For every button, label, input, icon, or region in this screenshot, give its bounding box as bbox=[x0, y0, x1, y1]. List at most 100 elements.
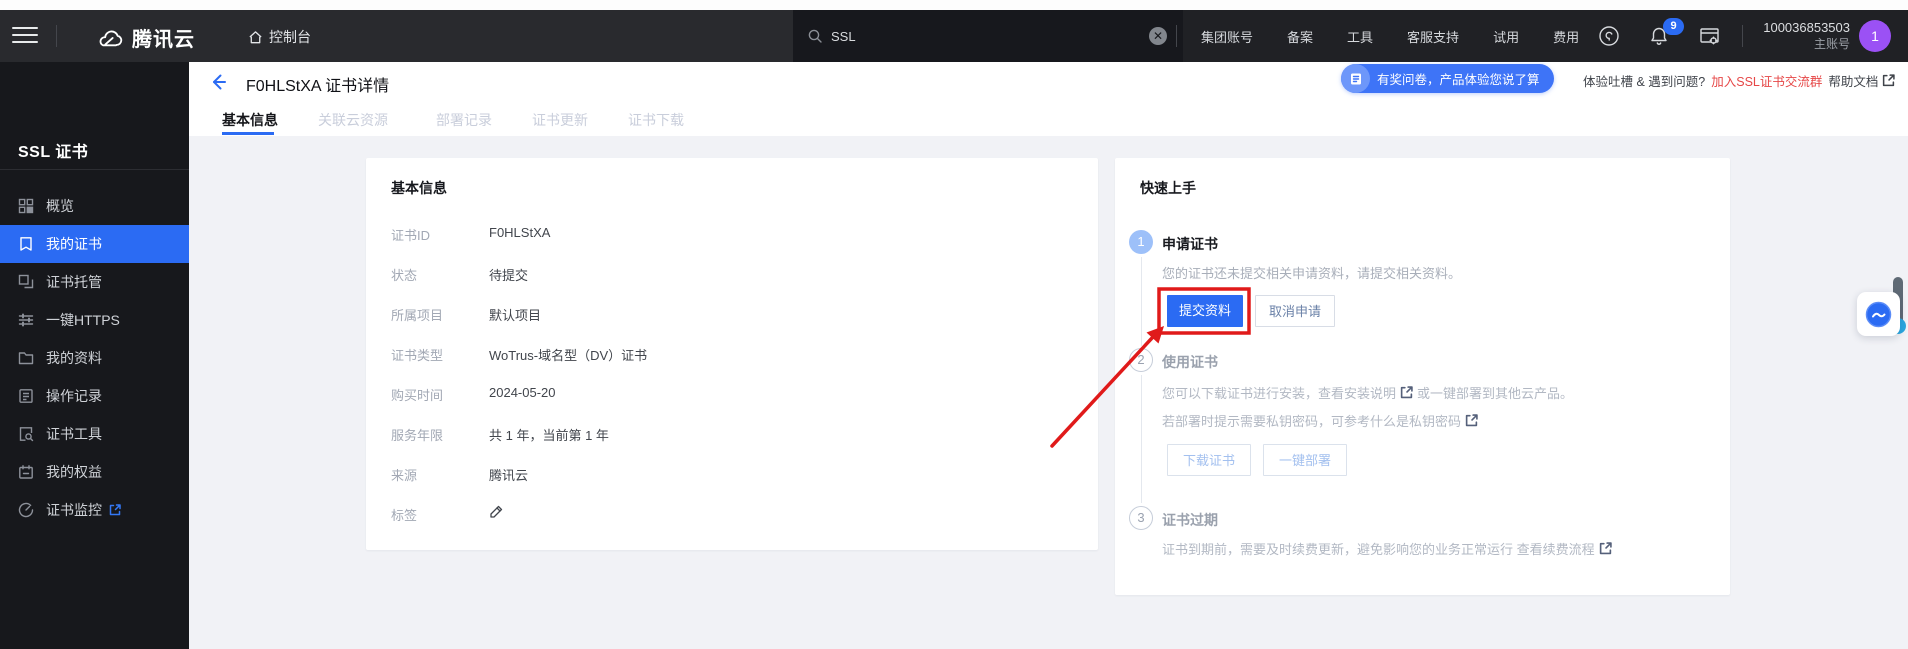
sidebar-item-label: 操作记录 bbox=[46, 386, 102, 406]
tencent-cloud-logo[interactable]: 腾讯云 bbox=[94, 23, 195, 52]
external-link-icon bbox=[109, 504, 121, 516]
avatar[interactable]: 1 bbox=[1859, 20, 1891, 52]
console-nav-link[interactable]: 控制台 bbox=[248, 27, 311, 47]
back-arrow-icon[interactable] bbox=[207, 71, 229, 93]
hosting-icon bbox=[18, 274, 34, 290]
hamburger-menu-icon[interactable] bbox=[12, 27, 38, 45]
sidebar-item-label: 证书工具 bbox=[46, 424, 102, 444]
cloud-logo-icon bbox=[94, 27, 124, 49]
tencent-cloud-ssl-console: 腾讯云 控制台 SSL ✕ 集团账号 备案 工具 bbox=[0, 0, 1908, 649]
feedback-float-button[interactable] bbox=[1857, 292, 1900, 336]
step-1-title: 申请证书 bbox=[1162, 234, 1218, 254]
home-icon bbox=[248, 30, 263, 45]
top-menu: 集团账号 备案 工具 客服支持 试用 费用 bbox=[1184, 10, 1596, 62]
feedback-text: 体验吐槽 & 遇到问题? bbox=[1583, 71, 1705, 90]
step-2-desc-line2: 若部署时提示需要私钥密码，可参考什么是私钥密码 bbox=[1162, 411, 1478, 430]
sidebar-divider bbox=[0, 169, 189, 170]
info-label: 证书类型 bbox=[391, 345, 443, 364]
console-settings-icon[interactable] bbox=[1698, 25, 1721, 47]
tab-cert-download[interactable]: 证书下载 bbox=[628, 110, 684, 130]
sidebar-title: SSL 证书 bbox=[18, 138, 88, 162]
monitor-icon bbox=[18, 502, 34, 518]
desc-text: 或一键部署到其他云产品。 bbox=[1417, 383, 1573, 402]
survey-banner[interactable]: 有奖问卷，产品体验您说了算 bbox=[1341, 64, 1554, 93]
menu-item-trial[interactable]: 试用 bbox=[1476, 27, 1536, 46]
external-link-icon[interactable] bbox=[1599, 542, 1612, 555]
source-value: 腾讯云 bbox=[489, 465, 528, 484]
menu-item-support[interactable]: 客服支持 bbox=[1390, 27, 1476, 46]
tab-related-resources[interactable]: 关联云资源 bbox=[318, 110, 388, 130]
external-link-icon[interactable] bbox=[1400, 386, 1413, 399]
basic-info-title: 基本信息 bbox=[391, 178, 447, 198]
nav-divider bbox=[1176, 25, 1177, 47]
step-3-title: 证书过期 bbox=[1162, 510, 1218, 530]
tab-cert-renewal[interactable]: 证书更新 bbox=[532, 110, 588, 130]
sidebar-item-my-benefits[interactable]: 我的权益 bbox=[0, 453, 189, 491]
survey-doc-icon bbox=[1341, 64, 1370, 93]
info-label: 证书ID bbox=[391, 225, 430, 244]
sidebar-item-my-materials[interactable]: 我的资料 bbox=[0, 339, 189, 377]
join-group-link[interactable]: 加入SSL证书交流群 bbox=[1711, 71, 1822, 90]
sidebar-item-label: 我的证书 bbox=[46, 234, 102, 254]
info-label: 标签 bbox=[391, 505, 417, 524]
nav-divider bbox=[1742, 25, 1743, 47]
external-link-icon[interactable] bbox=[1465, 414, 1478, 427]
status-value: 待提交 bbox=[489, 265, 528, 284]
tab-deploy-records[interactable]: 部署记录 bbox=[436, 110, 492, 130]
sidebar-item-one-click-https[interactable]: 一键HTTPS bbox=[0, 301, 189, 339]
submit-info-button[interactable]: 提交资料 bbox=[1167, 295, 1243, 327]
external-link-icon bbox=[1882, 74, 1895, 87]
help-doc-link[interactable]: 帮助文档 bbox=[1828, 71, 1878, 90]
sidebar-item-overview[interactable]: 概览 bbox=[0, 187, 189, 225]
tools-icon bbox=[18, 426, 34, 442]
step-1-desc: 您的证书还未提交相关申请资料，请提交相关资料。 bbox=[1162, 263, 1461, 282]
sidebar-item-cert-tools[interactable]: 证书工具 bbox=[0, 415, 189, 453]
account-type: 主账号 bbox=[1754, 36, 1850, 53]
notification-badge: 9 bbox=[1663, 18, 1684, 35]
sidebar-item-label: 证书监控 bbox=[46, 500, 102, 520]
quick-start-title: 快速上手 bbox=[1140, 178, 1196, 198]
service-icon[interactable] bbox=[1598, 25, 1620, 47]
search-clear-icon[interactable]: ✕ bbox=[1149, 27, 1167, 45]
sidebar-item-label: 一键HTTPS bbox=[46, 310, 120, 330]
one-click-deploy-button[interactable]: 一键部署 bbox=[1263, 444, 1347, 476]
step-2-circle: 2 bbox=[1129, 348, 1153, 372]
sidebar-item-operation-log[interactable]: 操作记录 bbox=[0, 377, 189, 415]
desc-text: 证书到期前，需要及时续费更新，避免影响您的业务正常运行 查看续费流程 bbox=[1162, 539, 1595, 558]
header-links: 体验吐槽 & 遇到问题? 加入SSL证书交流群 帮助文档 bbox=[1583, 71, 1895, 90]
info-label: 购买时间 bbox=[391, 385, 443, 404]
menu-item-tools[interactable]: 工具 bbox=[1330, 27, 1390, 46]
step-connector bbox=[1141, 375, 1142, 503]
menu-item-icp[interactable]: 备案 bbox=[1270, 27, 1330, 46]
step-2-title: 使用证书 bbox=[1162, 352, 1218, 372]
purchase-time-value: 2024-05-20 bbox=[489, 385, 556, 400]
cancel-apply-button[interactable]: 取消申请 bbox=[1255, 295, 1335, 327]
menu-item-billing[interactable]: 费用 bbox=[1536, 27, 1596, 46]
browser-top-strip bbox=[0, 0, 1908, 10]
account-info[interactable]: 100036853503 主账号 bbox=[1754, 19, 1850, 53]
benefits-icon bbox=[18, 464, 34, 480]
info-label: 来源 bbox=[391, 465, 417, 484]
log-icon bbox=[18, 388, 34, 404]
edit-tag-icon[interactable] bbox=[489, 504, 504, 519]
search-icon bbox=[807, 28, 823, 44]
step-connector bbox=[1141, 257, 1142, 346]
tab-basic-info[interactable]: 基本信息 bbox=[222, 110, 278, 130]
menu-item-group-account[interactable]: 集团账号 bbox=[1184, 27, 1270, 46]
download-cert-button[interactable]: 下载证书 bbox=[1167, 444, 1251, 476]
sidebar-item-cert-monitor[interactable]: 证书监控 bbox=[0, 491, 189, 529]
info-label: 服务年限 bbox=[391, 425, 443, 444]
sidebar-item-label: 证书托管 bbox=[46, 272, 102, 292]
feedback-icon bbox=[1865, 301, 1892, 328]
certificate-icon bbox=[18, 236, 34, 252]
sliders-icon bbox=[18, 312, 34, 328]
sidebar-item-cert-hosting[interactable]: 证书托管 bbox=[0, 263, 189, 301]
top-nav-bar: 腾讯云 控制台 SSL ✕ 集团账号 备案 工具 bbox=[0, 10, 1908, 62]
folder-icon bbox=[18, 350, 34, 366]
service-years-value: 共 1 年，当前第 1 年 bbox=[489, 425, 609, 444]
sidebar-item-my-certificates[interactable]: 我的证书 bbox=[0, 225, 189, 263]
survey-text: 有奖问卷，产品体验您说了算 bbox=[1377, 69, 1540, 88]
logo-text: 腾讯云 bbox=[132, 23, 195, 52]
project-value: 默认项目 bbox=[489, 305, 541, 324]
global-search-input[interactable]: SSL bbox=[793, 10, 1183, 62]
